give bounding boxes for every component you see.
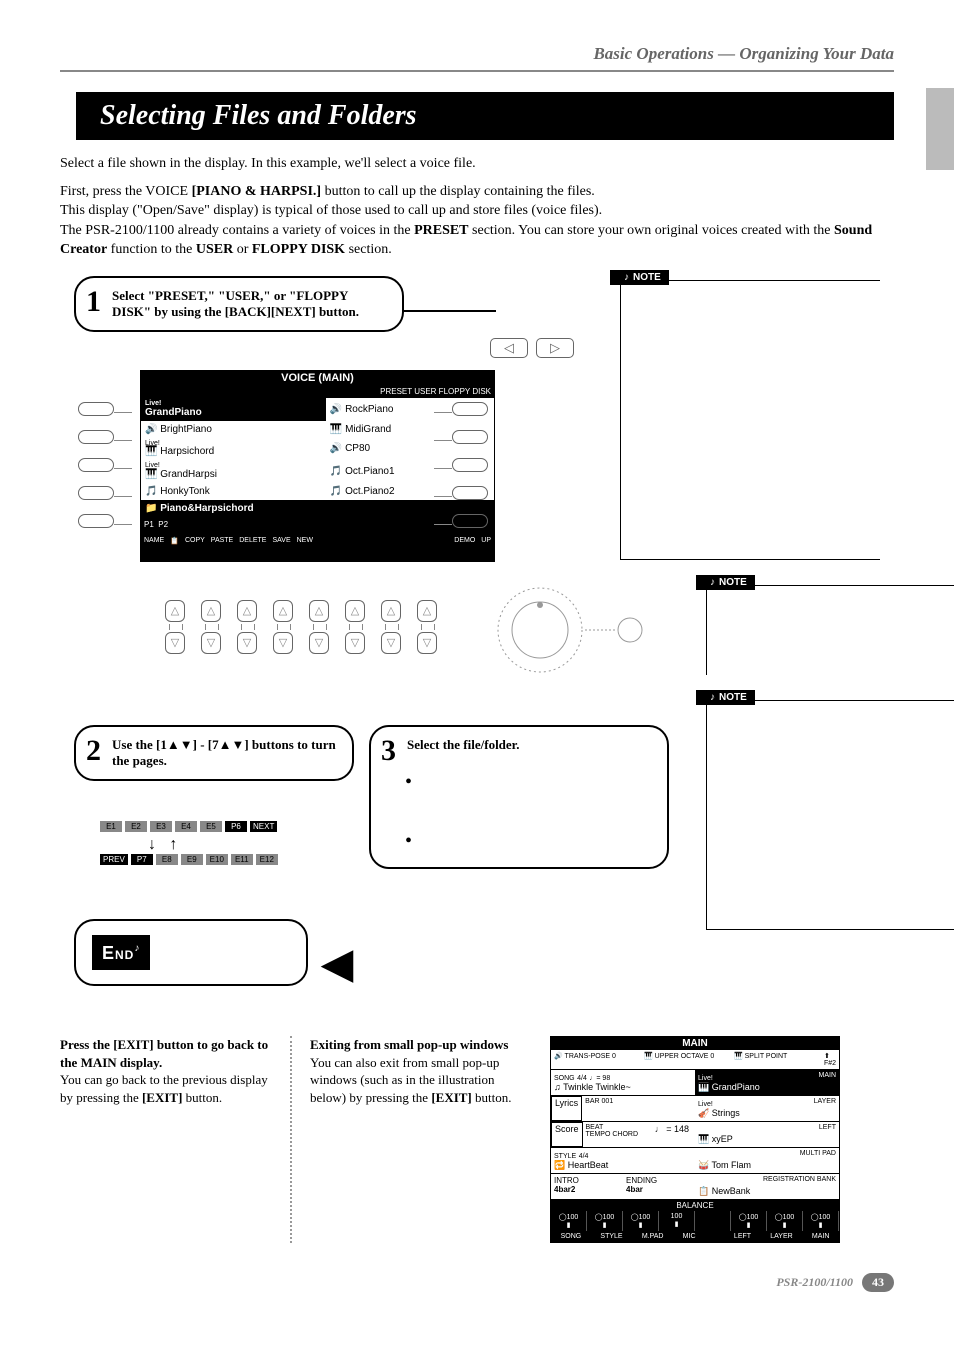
btn-4-up[interactable]: △ <box>273 600 293 622</box>
arrow-left-icon: ◀ <box>322 940 353 987</box>
selector-g[interactable] <box>452 430 488 444</box>
voice-item[interactable]: 🎵 HonkyTonk <box>141 483 326 500</box>
page-footer: PSR-2100/1100 43 <box>60 1273 894 1292</box>
step-1-callout: 1 Select "PRESET," "USER," or "FLOPPY DI… <box>74 276 404 332</box>
main-screen: MAIN 🔊 TRANS-POSE 0 🎹 UPPER OCTAVE 0 🎹 S… <box>550 1036 840 1243</box>
popup-heading: Exiting from small pop-up windows <box>310 1037 508 1052</box>
selector-i[interactable] <box>452 486 488 500</box>
step-3-text: Select the file/folder. <box>407 737 653 753</box>
connector-line <box>404 310 496 312</box>
step-1-text: Select "PRESET," "USER," or "FLOPPY DISK… <box>112 288 388 320</box>
step-2-number: 2 <box>86 737 101 764</box>
voice-item[interactable]: Live!🎹 Harpsichord <box>141 438 326 461</box>
left-selector-buttons <box>78 402 132 542</box>
selector-c[interactable] <box>78 458 114 472</box>
note-box-3 <box>706 700 954 930</box>
selector-f[interactable] <box>452 402 488 416</box>
main-screen-title: MAIN <box>551 1037 839 1050</box>
page-number: 43 <box>862 1273 894 1292</box>
btn-7-up[interactable]: △ <box>381 600 401 622</box>
number-buttons: △ ▽ △ ▽ △ ▽ △ ▽ △ ▽ △ ▽ △ ▽ △ ▽ <box>160 600 444 656</box>
btn-2-up[interactable]: △ <box>201 600 221 622</box>
diagram: 1 Select "PRESET," "USER," or "FLOPPY DI… <box>60 270 894 1030</box>
step-2-text: Use the [1▲▼] - [7▲▼] buttons to turn th… <box>112 737 338 769</box>
btn-2-down[interactable]: ▽ <box>201 632 221 654</box>
selector-j[interactable] <box>452 514 488 528</box>
btn-6-down[interactable]: ▽ <box>345 632 365 654</box>
data-dial[interactable] <box>480 580 660 680</box>
btn-8-down[interactable]: ▽ <box>417 632 437 654</box>
intro-text: Select a file shown in the display. In t… <box>60 154 894 260</box>
note-box-2 <box>706 585 954 675</box>
intro-p2: First, press the VOICE [PIANO & HARPSI.]… <box>60 182 894 260</box>
model-label: PSR-2100/1100 <box>776 1275 853 1289</box>
btn-5-up[interactable]: △ <box>309 600 329 622</box>
selector-e[interactable] <box>78 514 114 528</box>
btn-3-up[interactable]: △ <box>237 600 257 622</box>
voice-item[interactable]: Live!GrandPiano <box>141 398 326 421</box>
btn-8-up[interactable]: △ <box>417 600 437 622</box>
step-2-callout: 2 Use the [1▲▼] - [7▲▼] buttons to turn … <box>74 725 354 781</box>
btn-5-down[interactable]: ▽ <box>309 632 329 654</box>
btn-4-down[interactable]: ▽ <box>273 632 293 654</box>
btn-6-up[interactable]: △ <box>345 600 365 622</box>
back-next-buttons: ◁ ▷ <box>490 338 574 358</box>
back-button[interactable]: ◁ <box>490 338 528 358</box>
btn-1-up[interactable]: △ <box>165 600 185 622</box>
selector-d[interactable] <box>78 486 114 500</box>
selector-b[interactable] <box>78 430 114 444</box>
voice-screen-title: VOICE (MAIN) <box>140 370 495 386</box>
selector-h[interactable] <box>452 458 488 472</box>
bottom-info: Press the [EXIT] button to go back to th… <box>60 1036 894 1243</box>
btn-7-down[interactable]: ▽ <box>381 632 401 654</box>
voice-item[interactable]: Live!🎹 GrandHarpsi <box>141 460 326 483</box>
selector-a[interactable] <box>78 402 114 416</box>
popup-instruction: Exiting from small pop-up windows You ca… <box>290 1036 530 1243</box>
end-callout: END♪ <box>74 919 308 986</box>
step-3-number: 3 <box>381 737 396 764</box>
btn-3-down[interactable]: ▽ <box>237 632 257 654</box>
page-tabs-illustration: E1E2E3E4E5P6NEXT ↓ ↑ PREVP7E8E9E10E11E12 <box>100 821 278 869</box>
right-selector-buttons <box>434 402 488 542</box>
next-button[interactable]: ▷ <box>536 338 574 358</box>
intro-p1: Select a file shown in the display. In t… <box>60 154 894 174</box>
btn-1-down[interactable]: ▽ <box>165 632 185 654</box>
exit-instruction: Press the [EXIT] button to go back to th… <box>60 1036 270 1243</box>
voice-item[interactable]: 🔊 BrightPiano <box>141 421 326 438</box>
step-1-number: 1 <box>86 288 101 315</box>
end-badge: END♪ <box>92 935 150 970</box>
page-title: Selecting Files and Folders <box>76 92 894 140</box>
step-3-callout: 3 Select the file/folder. • • <box>369 725 669 869</box>
header-breadcrumb: Basic Operations — Organizing Your Data <box>60 40 894 72</box>
note-box-1 <box>620 280 880 560</box>
section-tab <box>926 88 954 170</box>
voice-screen-tabs: PRESET USER FLOPPY DISK <box>140 386 495 397</box>
